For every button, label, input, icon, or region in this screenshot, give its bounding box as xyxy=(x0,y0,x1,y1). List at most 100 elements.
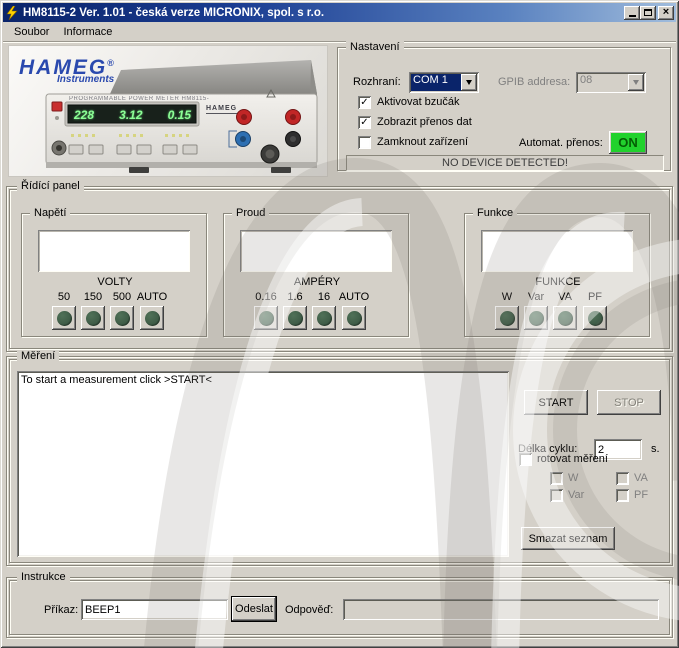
clear-list-button[interactable]: Smazat seznam xyxy=(521,527,615,550)
lock-device-checkbox[interactable] xyxy=(358,136,371,149)
interface-label: Rozhraní: xyxy=(353,76,401,89)
voltage-group-label: Napětí xyxy=(30,207,70,220)
auto-transfer-toggle-button[interactable]: ON xyxy=(609,131,647,154)
voltage-display xyxy=(38,230,190,272)
response-label: Odpověď: xyxy=(285,604,333,617)
buzzer-checkbox-label: Aktivovat bzučák xyxy=(377,96,460,109)
menu-divider xyxy=(3,41,676,43)
current-display xyxy=(240,230,392,272)
voltage-unit-label: VOLTY xyxy=(22,276,208,288)
control-panel-label: Řídící panel xyxy=(17,180,84,193)
rotate-va-label: VA xyxy=(634,472,648,485)
gpib-combobox-dropdown-button xyxy=(628,74,644,91)
show-transfer-checkbox[interactable]: ✓ xyxy=(358,116,371,129)
start-button[interactable]: START xyxy=(524,390,588,415)
response-field xyxy=(343,599,659,620)
dropdown-arrow-icon xyxy=(466,80,472,85)
instructions-label: Instrukce xyxy=(17,571,70,584)
green-dot-icon xyxy=(259,311,274,326)
close-button[interactable]: × xyxy=(658,6,674,20)
send-button[interactable]: Odeslat xyxy=(232,597,276,621)
measurement-log-line: To start a measurement click >START< xyxy=(21,374,212,386)
current-range-button-16[interactable] xyxy=(283,306,307,330)
green-dot-icon xyxy=(588,311,603,326)
current-range-button-016[interactable] xyxy=(254,306,278,330)
function-button-var[interactable] xyxy=(524,306,548,330)
current-unit-label: AMPÉRY xyxy=(224,276,410,288)
check-icon: ✓ xyxy=(360,117,368,128)
green-dot-icon xyxy=(57,311,72,326)
minimize-button[interactable] xyxy=(624,6,640,20)
titlebar[interactable]: HM8115-2 Ver. 1.01 - česká verze MICRONI… xyxy=(3,3,676,22)
function-button-pf[interactable] xyxy=(583,306,607,330)
gpib-combobox: 08 xyxy=(576,72,646,93)
led-voltage: 228 xyxy=(74,108,94,122)
green-dot-icon xyxy=(145,311,160,326)
command-input[interactable] xyxy=(81,599,228,620)
cycle-length-unit: s. xyxy=(651,443,660,456)
interface-combobox[interactable]: COM 1 xyxy=(409,72,479,93)
menu-soubor[interactable]: Soubor xyxy=(7,24,56,40)
menu-informace[interactable]: Informace xyxy=(56,24,119,40)
voltage-range-button-auto[interactable] xyxy=(140,306,164,330)
rotate-pf-checkbox xyxy=(616,489,629,502)
function-button-w[interactable] xyxy=(495,306,519,330)
green-dot-icon xyxy=(317,311,332,326)
function-group-label: Funkce xyxy=(473,207,517,220)
close-icon: × xyxy=(663,7,669,18)
led-current: 3.12 xyxy=(119,108,142,122)
app-lightning-icon xyxy=(5,6,19,20)
rotate-measurement-checkbox[interactable] xyxy=(519,453,532,466)
function-button-va[interactable] xyxy=(553,306,577,330)
menubar: Soubor Informace xyxy=(3,22,676,41)
auto-transfer-label: Automat. přenos: xyxy=(519,137,603,150)
function-display xyxy=(481,230,633,272)
check-icon: ✓ xyxy=(360,97,368,108)
settings-group-label: Nastavení xyxy=(346,41,404,54)
function-group: Funkce FUNKCE W Var VA PF xyxy=(464,213,650,337)
show-transfer-checkbox-label: Zobrazit přenos dat xyxy=(377,116,472,129)
rotate-va-checkbox xyxy=(616,472,629,485)
control-panel-section: Řídící panel Napětí VOLTY 50 150 500 AUT… xyxy=(6,186,673,352)
gpib-combobox-value: 08 xyxy=(578,74,628,91)
rotate-pf-label: PF xyxy=(634,489,648,502)
interface-combobox-dropdown-button[interactable] xyxy=(461,74,477,91)
function-label-pf: PF xyxy=(574,291,616,303)
window-title: HM8115-2 Ver. 1.01 - česká verze MICRONI… xyxy=(23,7,624,19)
buzzer-checkbox[interactable]: ✓ xyxy=(358,96,371,109)
green-dot-icon xyxy=(347,311,362,326)
measurement-log-list[interactable]: To start a measurement click >START< xyxy=(17,371,509,557)
led-power: 0.15 xyxy=(168,108,191,122)
measurement-label: Měření xyxy=(17,350,59,363)
dropdown-arrow-icon xyxy=(633,80,639,85)
measurement-section: Měření To start a measurement click >STA… xyxy=(6,356,673,566)
current-range-button-160[interactable] xyxy=(312,306,336,330)
instructions-section: Instrukce Příkaz: Odeslat Odpověď: xyxy=(6,577,673,638)
device-led-display: 228 3.12 0.15 xyxy=(69,106,196,123)
rotate-measurement-label: rotovat měření xyxy=(537,453,608,466)
rotate-w-checkbox xyxy=(550,472,563,485)
app-window: HM8115-2 Ver. 1.01 - česká verze MICRONI… xyxy=(0,0,679,648)
voltage-range-button-150[interactable] xyxy=(81,306,105,330)
minimize-icon xyxy=(629,15,636,17)
green-dot-icon xyxy=(558,311,573,326)
rotate-var-checkbox xyxy=(550,489,563,502)
current-group: Proud AMPÉRY 0.16 1.6 16 AUTO xyxy=(223,213,409,337)
current-range-label-auto: AUTO xyxy=(333,291,375,303)
command-input-field[interactable] xyxy=(81,599,228,620)
voltage-range-button-50[interactable] xyxy=(52,306,76,330)
green-dot-icon xyxy=(115,311,130,326)
function-unit-label: FUNKCE xyxy=(465,276,651,288)
voltage-group: Napětí VOLTY 50 150 500 AUTO xyxy=(21,213,207,337)
device-status-bar: NO DEVICE DETECTED! xyxy=(346,155,664,171)
hameg-logo-subtitle: Instruments xyxy=(57,74,114,85)
gpib-label: GPIB addresa: xyxy=(498,76,570,89)
stop-button: STOP xyxy=(597,390,661,415)
green-dot-icon xyxy=(500,311,515,326)
voltage-range-button-500[interactable] xyxy=(110,306,134,330)
maximize-button[interactable] xyxy=(640,6,656,20)
lock-device-checkbox-label: Zamknout zařízení xyxy=(377,136,468,149)
current-range-button-auto[interactable] xyxy=(342,306,366,330)
interface-combobox-value: COM 1 xyxy=(411,74,461,91)
voltage-range-label-auto: AUTO xyxy=(131,291,173,303)
